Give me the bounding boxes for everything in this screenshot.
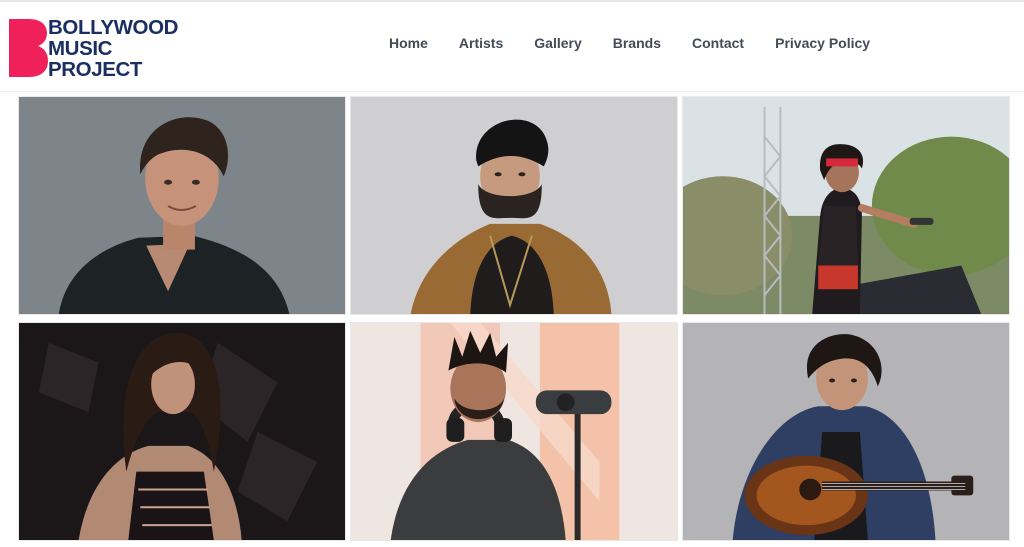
nav-link-home[interactable]: Home <box>389 35 428 51</box>
nav-link-artists[interactable]: Artists <box>459 35 503 51</box>
artist-photo-studio-microphone-image <box>351 323 677 540</box>
main-navigation: Home Artists Gallery Brands Contact Priv… <box>389 33 870 53</box>
logo-line-2: MUSIC <box>48 36 113 60</box>
logo-line-1: BOLLYWOOD <box>48 15 179 39</box>
artist-photo-stage-performance-image <box>683 97 1009 314</box>
gallery-photo-3[interactable] <box>682 96 1010 315</box>
gallery-photo-1[interactable] <box>18 96 346 315</box>
nav-link-contact[interactable]: Contact <box>692 35 744 51</box>
artist-photo-dark-studio-image <box>19 323 345 540</box>
logo-line-3: PROJECT <box>48 57 143 81</box>
logo-b-mark-icon <box>9 19 48 77</box>
nav-link-gallery[interactable]: Gallery <box>534 35 581 51</box>
gallery-photo-4[interactable] <box>18 322 346 541</box>
artist-photo-turban-image <box>351 97 677 314</box>
artist-photo-guitar-image <box>683 323 1009 540</box>
nav-link-privacy-policy[interactable]: Privacy Policy <box>775 35 870 51</box>
artist-photo-dark-jacket-image <box>19 97 345 314</box>
site-header: BOLLYWOOD MUSIC PROJECT Home Artists Gal… <box>0 2 1024 92</box>
nav-link-brands[interactable]: Brands <box>613 35 661 51</box>
artist-photo-gallery <box>18 96 1010 541</box>
gallery-photo-5[interactable] <box>350 322 678 541</box>
gallery-photo-2[interactable] <box>350 96 678 315</box>
gallery-photo-6[interactable] <box>682 322 1010 541</box>
logo-wordmark: BOLLYWOOD MUSIC PROJECT <box>48 17 178 80</box>
site-logo[interactable]: BOLLYWOOD MUSIC PROJECT <box>7 15 178 81</box>
